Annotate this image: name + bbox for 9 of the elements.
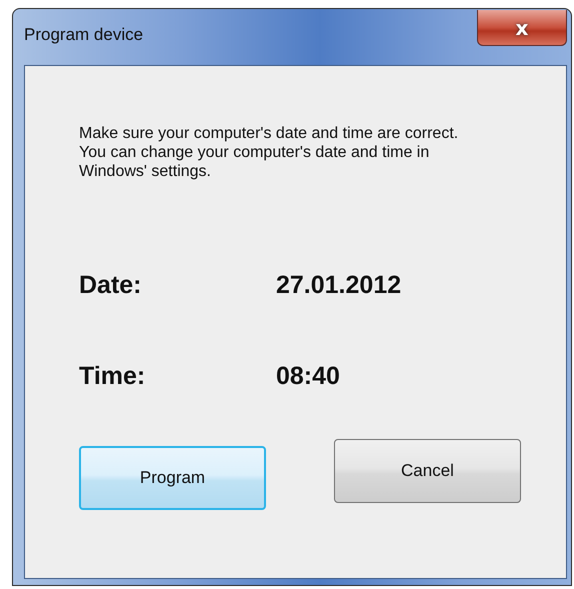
instruction-text: Make sure your computer's date and time are correct. You can change your computer's date and time in Windows' settings. [79,124,460,181]
field-label: Time: [79,362,146,391]
field-label: Date: [79,271,143,300]
field-value: 27.01.2012 [276,271,402,300]
program-button[interactable]: Program [79,446,266,510]
cancel-button[interactable]: Cancel [334,439,521,503]
close-button[interactable]: x [477,10,567,46]
field-value: 08:40 [276,362,340,391]
window-title: Program device [24,25,144,45]
